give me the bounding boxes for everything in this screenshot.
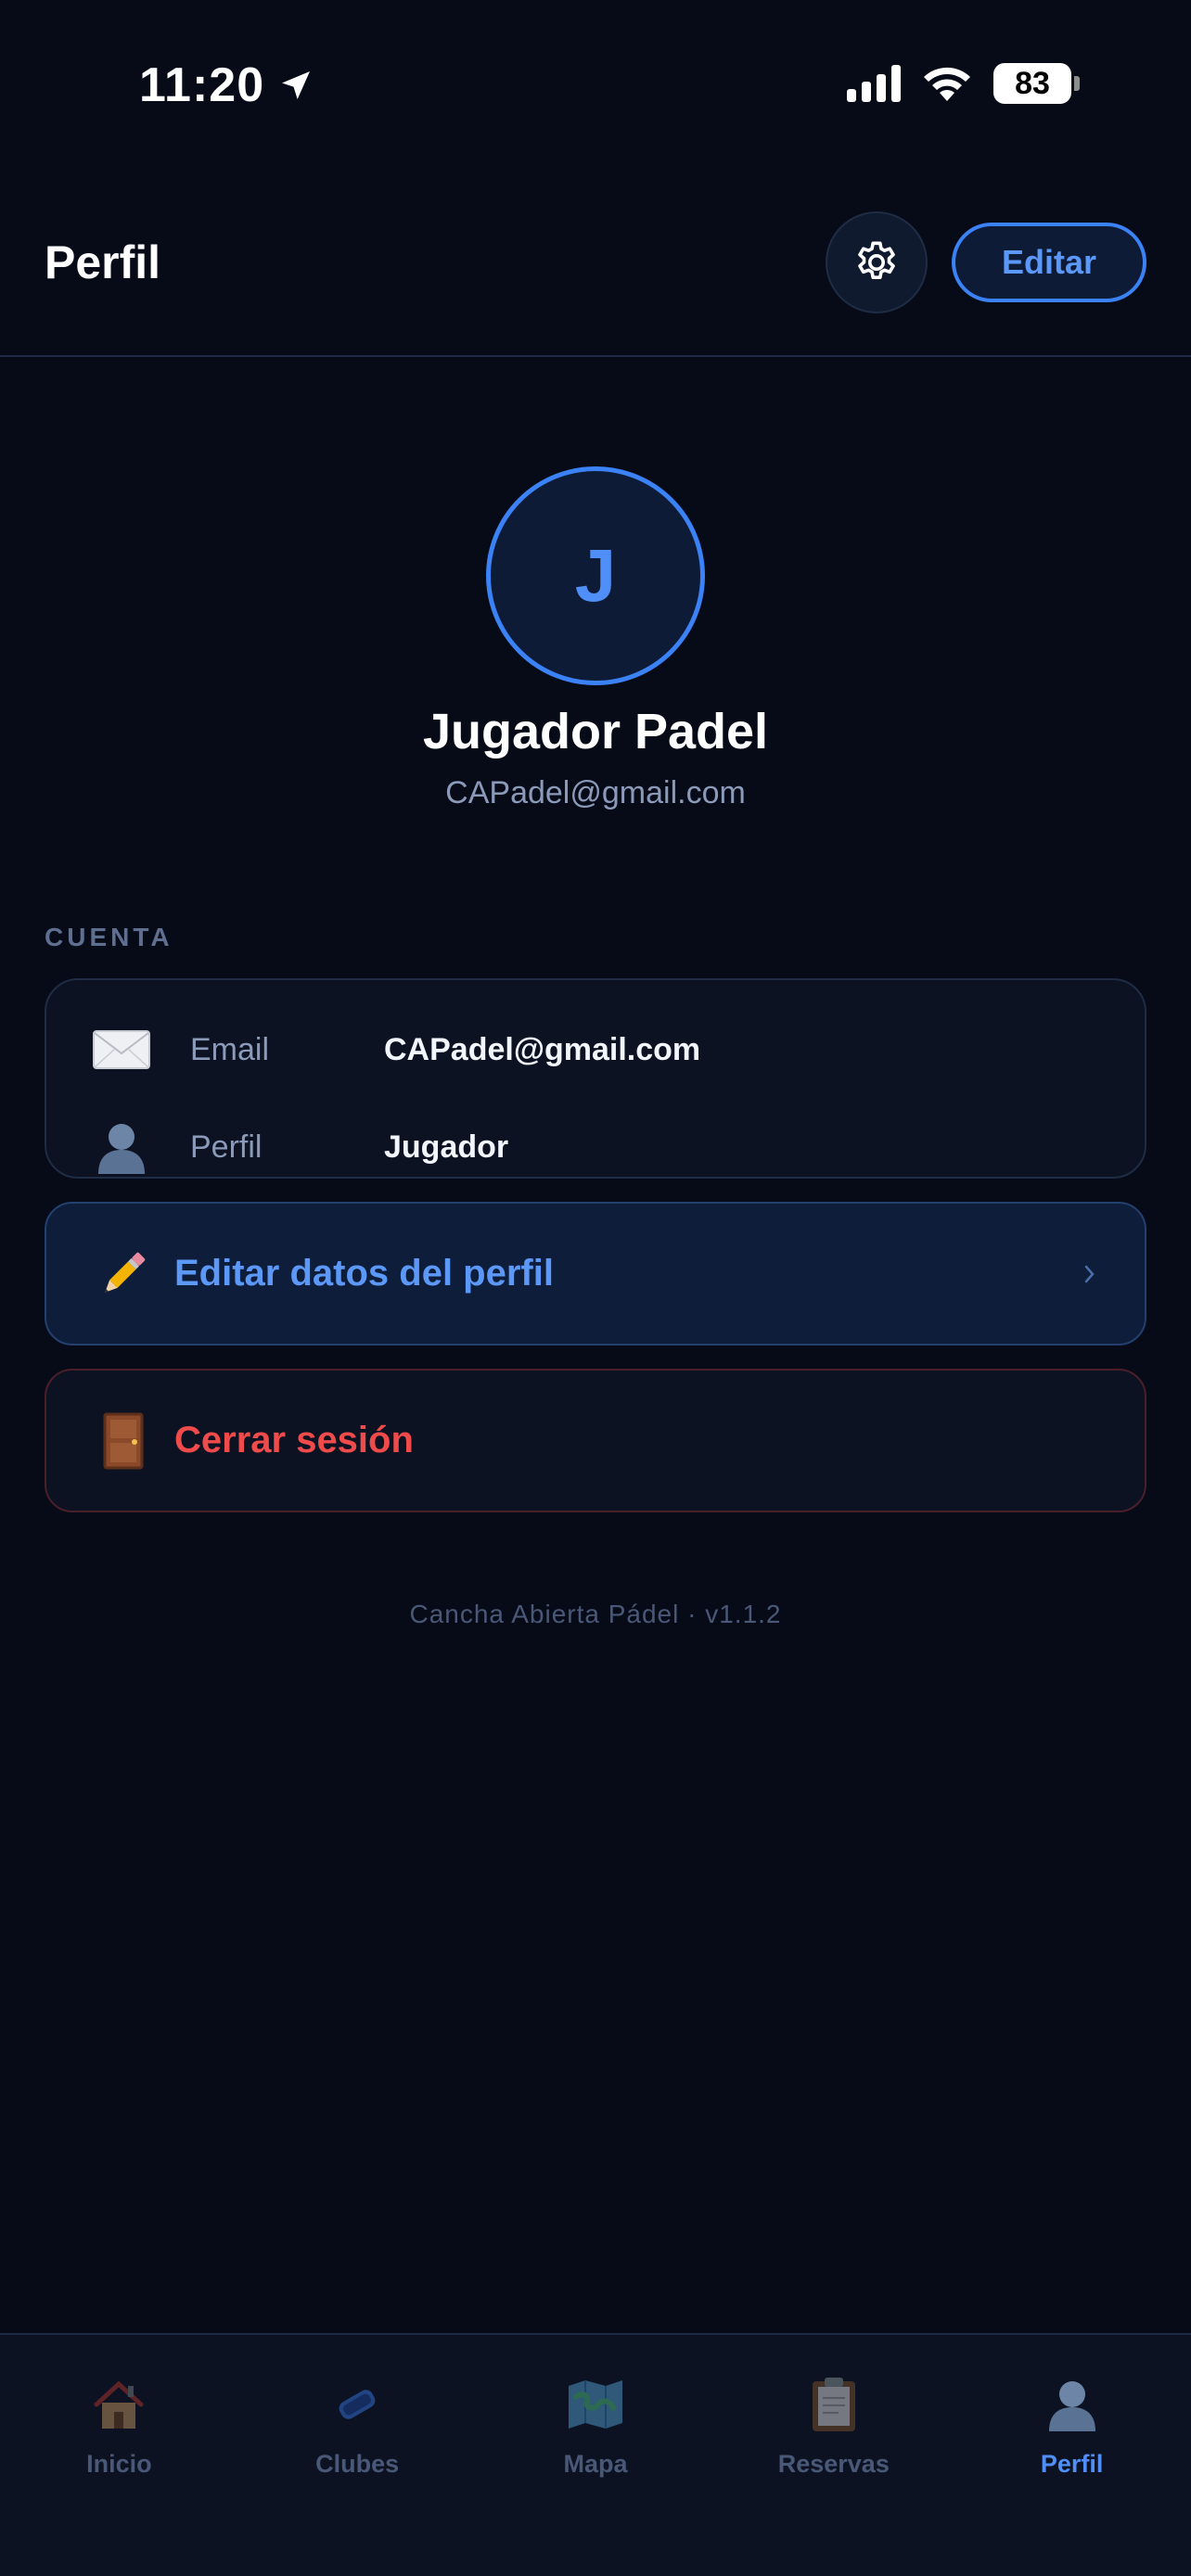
paddle-icon bbox=[339, 2390, 376, 2419]
house-icon bbox=[94, 2380, 144, 2429]
user-silhouette-icon bbox=[1048, 2381, 1095, 2431]
settings-button[interactable] bbox=[826, 211, 928, 313]
wifi-icon bbox=[924, 67, 970, 101]
battery-level: 83 bbox=[993, 63, 1071, 104]
pencil-icon bbox=[105, 1252, 146, 1293]
tab-label: Inicio bbox=[86, 2450, 152, 2478]
battery-icon: 83 bbox=[993, 63, 1080, 104]
tab-reservas[interactable]: Reservas bbox=[714, 2335, 953, 2576]
tab-label: Reservas bbox=[777, 2450, 890, 2478]
account-row-value: Jugador bbox=[384, 1129, 509, 1165]
tab-inicio[interactable]: Inicio bbox=[0, 2335, 238, 2576]
envelope-icon bbox=[93, 1030, 150, 1069]
tab-clubes[interactable]: Clubes bbox=[238, 2335, 477, 2576]
account-card: Email CAPadel@gmail.com Perfil Jugador bbox=[45, 978, 1146, 1179]
edit-button[interactable]: Editar bbox=[952, 223, 1146, 302]
header-divider bbox=[0, 355, 1191, 357]
header-actions: Editar bbox=[826, 211, 1146, 313]
user-silhouette-icon bbox=[98, 1124, 145, 1174]
section-label-account: CUENTA bbox=[45, 923, 173, 951]
account-row-label: Email bbox=[190, 1031, 270, 1067]
page-title: Perfil bbox=[45, 236, 161, 288]
account-row-value: CAPadel@gmail.com bbox=[384, 1031, 701, 1067]
status-time: 11:20 bbox=[139, 57, 314, 113]
logout-button[interactable]: Cerrar sesión bbox=[45, 1369, 1146, 1512]
tab-label: Clubes bbox=[315, 2450, 400, 2478]
app-version: Cancha Abierta Pádel · v1.1.2 bbox=[409, 1600, 782, 1628]
gear-icon bbox=[858, 241, 895, 279]
edit-profile-label: Editar datos del perfil bbox=[174, 1253, 554, 1294]
status-indicators: 83 bbox=[847, 63, 1080, 104]
user-email: CAPadel@gmail.com bbox=[445, 775, 746, 810]
chevron-right-icon bbox=[1084, 1265, 1095, 1282]
clipboard-icon bbox=[812, 2378, 855, 2431]
cellular-signal-icon bbox=[847, 65, 901, 102]
map-icon bbox=[568, 2380, 622, 2429]
door-icon bbox=[103, 1412, 144, 1469]
edit-profile-button[interactable]: Editar datos del perfil bbox=[45, 1202, 1146, 1345]
tab-mapa[interactable]: Mapa bbox=[477, 2335, 715, 2576]
account-row-label: Perfil bbox=[190, 1129, 263, 1165]
avatar: J bbox=[486, 466, 705, 685]
tab-label: Perfil bbox=[1040, 2450, 1104, 2478]
account-row-profile: Perfil Jugador bbox=[46, 1115, 1145, 1180]
tab-bar: Inicio Clubes Mapa Reservas Perfil bbox=[0, 2333, 1191, 2576]
profile-screen: 11:20 83 Perfil Editar J Jugador Padel C… bbox=[0, 0, 1191, 2576]
account-row-email: Email CAPadel@gmail.com bbox=[46, 1017, 1145, 1082]
user-name: Jugador Padel bbox=[422, 704, 769, 759]
status-bar: 11:20 83 bbox=[0, 0, 1191, 176]
tab-label: Mapa bbox=[563, 2450, 628, 2478]
tab-perfil[interactable]: Perfil bbox=[953, 2335, 1191, 2576]
status-time-text: 11:20 bbox=[139, 58, 265, 112]
logout-label: Cerrar sesión bbox=[174, 1420, 414, 1460]
location-arrow-icon bbox=[282, 71, 311, 99]
header: Perfil Editar bbox=[45, 209, 1146, 316]
